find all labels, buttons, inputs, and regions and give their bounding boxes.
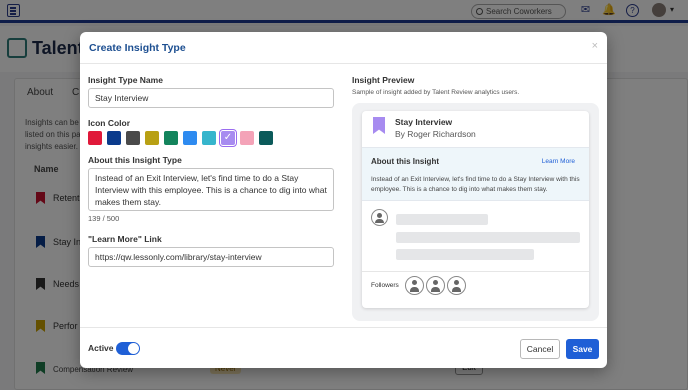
follower-avatar-icon: [447, 276, 466, 295]
active-toggle[interactable]: [116, 342, 140, 355]
preview-about-heading: About this Insight: [371, 157, 439, 166]
preview-insight-name: Stay Interview: [395, 117, 453, 127]
preview-about-section: About this Insight Learn More Instead of…: [362, 147, 589, 201]
divider: [362, 271, 589, 272]
placeholder-bar: [396, 214, 488, 225]
insight-type-name-label: Insight Type Name: [88, 75, 163, 85]
about-insight-type-textarea[interactable]: Instead of an Exit Interview, let's find…: [88, 168, 334, 211]
create-insight-type-modal: Create Insight Type × Insight Type Name …: [80, 32, 607, 368]
color-swatch[interactable]: [202, 131, 216, 145]
icon-color-picker: ✓: [88, 129, 273, 147]
color-swatch[interactable]: [126, 131, 140, 145]
color-swatch[interactable]: [107, 131, 121, 145]
check-icon: ✓: [223, 132, 233, 143]
followers-label: Followers: [371, 282, 399, 289]
preview-learn-more-link[interactable]: Learn More: [542, 158, 575, 165]
follower-avatar-icon: [405, 276, 424, 295]
insight-preview-subtitle: Sample of insight added by Talent Review…: [352, 89, 520, 96]
cancel-button[interactable]: Cancel: [520, 339, 560, 359]
character-counter: 139 / 500: [88, 214, 120, 223]
placeholder-bar: [396, 249, 534, 260]
user-avatar-icon: [371, 209, 388, 226]
insight-type-name-input[interactable]: Stay Interview: [88, 88, 334, 108]
insight-preview-card: Stay Interview By Roger Richardson About…: [362, 111, 589, 308]
learn-more-link-input[interactable]: https://qw.lessonly.com/library/stay-int…: [88, 247, 334, 267]
learn-more-link-label: "Learn More" Link: [88, 234, 162, 244]
save-button[interactable]: Save: [566, 339, 599, 359]
preview-author: By Roger Richardson: [395, 129, 476, 139]
color-swatch[interactable]: ✓: [219, 129, 237, 147]
color-swatch[interactable]: [145, 131, 159, 145]
modal-title: Create Insight Type: [89, 42, 186, 54]
modal-header: Create Insight Type ×: [80, 32, 607, 64]
close-icon[interactable]: ×: [592, 40, 598, 52]
follower-avatar-icon: [426, 276, 445, 295]
insight-preview-title: Insight Preview: [352, 75, 415, 85]
about-insight-type-label: About this Insight Type: [88, 155, 182, 165]
icon-color-label: Icon Color: [88, 118, 131, 128]
color-swatch[interactable]: [240, 131, 254, 145]
color-swatch[interactable]: [88, 131, 102, 145]
bookmark-icon: [373, 117, 385, 134]
color-swatch[interactable]: [164, 131, 178, 145]
color-swatch[interactable]: [259, 131, 273, 145]
toggle-knob: [128, 343, 139, 354]
preview-about-text: Instead of an Exit Interview, let's find…: [371, 176, 580, 193]
color-swatch[interactable]: [183, 131, 197, 145]
active-label: Active: [88, 343, 114, 353]
placeholder-bar: [396, 232, 580, 243]
